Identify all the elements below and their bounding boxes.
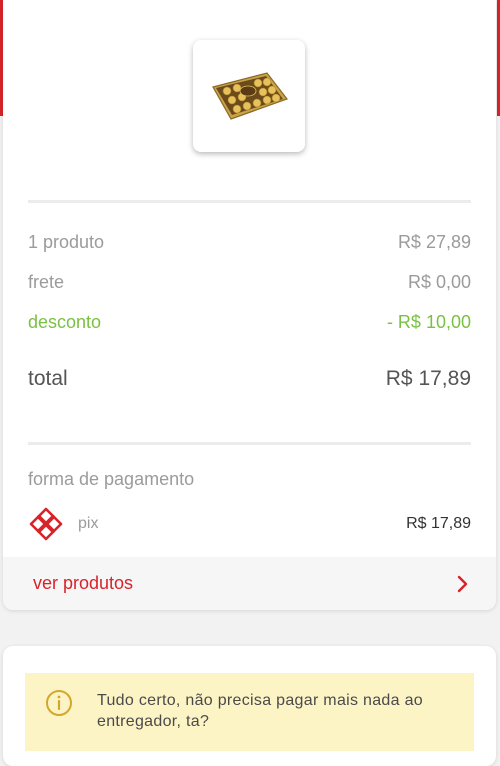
payment-notice-text: Tudo certo, não precisa pagar mais nada …	[97, 692, 423, 730]
items-subtotal-row: 1 produto R$ 27,89	[28, 232, 471, 253]
shipping-row: frete R$ 0,00	[28, 272, 471, 293]
payment-notice-card: Tudo certo, não precisa pagar mais nada …	[3, 646, 496, 766]
chevron-right-icon	[457, 575, 468, 592]
chocolate-box-image	[212, 72, 288, 120]
items-label: 1 produto	[28, 232, 105, 252]
total-label: total	[28, 367, 68, 390]
payment-notice-banner: Tudo certo, não precisa pagar mais nada …	[25, 673, 474, 751]
shipping-label: frete	[28, 272, 65, 292]
payment-method-row: pix R$ 17,89	[28, 506, 471, 542]
total-row: total R$ 17,89	[28, 367, 471, 391]
discount-value: - R$ 10,00	[386, 312, 471, 332]
order-summary-card: 1 produto R$ 27,89 frete R$ 0,00 descont…	[3, 0, 496, 610]
divider	[28, 442, 471, 445]
info-icon	[46, 690, 72, 716]
payment-method-title: forma de pagamento	[28, 469, 195, 489]
view-products-label: ver produtos	[33, 573, 134, 593]
divider	[28, 200, 471, 203]
total-value: R$ 17,89	[385, 367, 471, 390]
pix-icon	[29, 507, 63, 541]
discount-row: desconto - R$ 10,00	[28, 312, 471, 333]
payment-method-name: pix	[78, 515, 99, 532]
payment-amount: R$ 17,89	[406, 515, 471, 532]
discount-label: desconto	[28, 312, 102, 332]
product-thumbnail[interactable]	[193, 40, 305, 152]
view-products-button[interactable]: ver produtos	[3, 557, 496, 610]
items-value: R$ 27,89	[397, 232, 471, 252]
shipping-value: R$ 0,00	[407, 272, 471, 292]
